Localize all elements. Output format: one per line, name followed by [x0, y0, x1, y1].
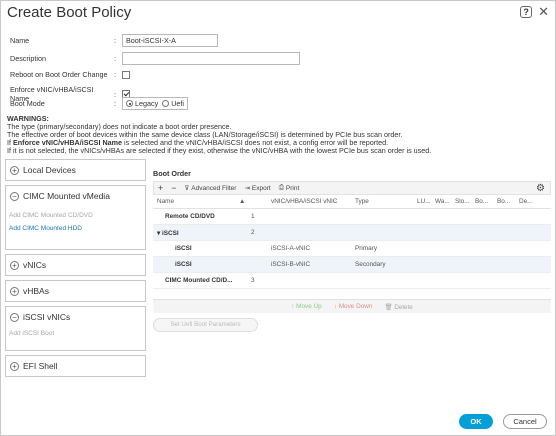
- col-lun[interactable]: LU...: [417, 198, 435, 205]
- table-row[interactable]: iSCSI iSCSI-B-vNIC Secondary: [153, 257, 551, 273]
- plus-icon: +: [10, 260, 19, 270]
- delete-button[interactable]: 🗑 Delete: [384, 303, 412, 311]
- col-boot-1[interactable]: Bo...: [475, 198, 497, 205]
- table-row[interactable]: iSCSI iSCSI-A-vNIC Primary: [153, 241, 551, 257]
- help-icon[interactable]: ?: [520, 6, 533, 18]
- radio-uefi-label: Uefi: [171, 99, 184, 108]
- col-sort[interactable]: ▲: [239, 198, 251, 205]
- boot-order-title: Boot Order: [153, 169, 191, 178]
- ok-button[interactable]: OK: [459, 414, 493, 429]
- move-up-button[interactable]: ↑ Move Up: [291, 303, 322, 310]
- device-accordion: + Local Devices − CIMC Mounted vMedia Add …: [5, 159, 146, 377]
- reboot-checkbox[interactable]: [122, 70, 130, 79]
- minus-icon: −: [10, 191, 19, 201]
- add-iscsi-boot-link[interactable]: Add iSCSI Boot: [6, 327, 145, 340]
- col-type[interactable]: Type: [355, 198, 417, 205]
- move-down-button[interactable]: ↓ Move Down: [334, 303, 373, 310]
- boot-mode-radio-group: Legacy Uefi: [122, 97, 188, 110]
- radio-legacy-dot[interactable]: [126, 100, 133, 107]
- col-description[interactable]: De...: [519, 198, 539, 205]
- title-icons: ? ✕: [520, 5, 549, 18]
- export-icon: ⇥: [244, 185, 250, 192]
- plus-icon: +: [10, 286, 19, 296]
- export-button[interactable]: ⇥ Export: [244, 184, 270, 193]
- boot-mode-label: Boot Mode: [10, 99, 45, 108]
- warnings-block: WARNINGS: The type (primary/secondary) d…: [7, 115, 552, 155]
- radio-legacy-label: Legacy: [135, 99, 159, 108]
- radio-legacy[interactable]: Legacy: [126, 99, 158, 108]
- boot-mode-row: Boot Mode : Legacy Uefi: [10, 97, 188, 110]
- boot-order-actions: ↑ Move Up ↓ Move Down 🗑 Delete: [153, 299, 551, 313]
- name-label: Name: [10, 36, 30, 45]
- col-name[interactable]: Name: [153, 198, 239, 205]
- boot-order-panel: Boot Order + − ⊽ Advanced Filter ⇥ Export …: [153, 169, 551, 332]
- col-slot[interactable]: Slo...: [455, 198, 475, 205]
- description-field[interactable]: [122, 52, 300, 65]
- section-iscsi-vnics: − iSCSI vNICs Add iSCSI Boot: [5, 306, 146, 351]
- table-row[interactable]: ▾ iSCSI 2: [153, 225, 551, 241]
- table-row[interactable]: CIMC Mounted CD/D... 3: [153, 273, 551, 289]
- section-vhbas[interactable]: + vHBAs: [5, 280, 146, 302]
- add-cimc-hdd-link[interactable]: Add CIMC Mounted HDD: [6, 222, 145, 235]
- boot-order-toolbar: + − ⊽ Advanced Filter ⇥ Export ⎙ Print ⚙: [153, 181, 551, 195]
- section-cimc-vmedia: − CIMC Mounted vMedia Add CIMC Mounted CD…: [5, 185, 146, 250]
- section-vnics[interactable]: + vNICs: [5, 254, 146, 276]
- gear-icon[interactable]: ⚙: [536, 183, 545, 194]
- trash-icon: 🗑: [384, 303, 395, 311]
- reboot-label: Reboot on Boot Order Change: [10, 70, 108, 79]
- description-row: Description :: [10, 52, 300, 65]
- close-icon[interactable]: ✕: [538, 5, 549, 18]
- set-uefi-boot-parameters-button[interactable]: Set Uefi Boot Parameters: [153, 318, 258, 332]
- dialog-title: Create Boot Policy: [7, 4, 132, 21]
- advanced-filter-button[interactable]: ⊽ Advanced Filter: [184, 184, 237, 193]
- table-row[interactable]: Remote CD/DVD 1: [153, 209, 551, 225]
- radio-uefi[interactable]: Uefi: [162, 99, 184, 108]
- filter-icon: ⊽: [184, 185, 190, 192]
- plus-icon: +: [10, 361, 19, 371]
- dialog-footer: OK Cancel: [459, 414, 547, 429]
- add-cimc-cd-dvd-link[interactable]: Add CIMC Mounted CD/DVD: [6, 209, 145, 222]
- name-row: Name : Boot-iSCSI-X-A: [10, 34, 218, 47]
- boot-order-header: Name ▲ vNIC/vHBA/iSCSI vNIC Type LU... W…: [153, 195, 551, 209]
- warning-line-4: If it is not selected, the vNICs/vHBAs a…: [7, 146, 432, 155]
- add-button[interactable]: +: [158, 183, 163, 193]
- create-boot-policy-dialog: Create Boot Policy ? ✕ Name : Boot-iSCSI…: [0, 0, 556, 436]
- col-wwn[interactable]: Wa...: [435, 198, 455, 205]
- name-field[interactable]: Boot-iSCSI-X-A: [122, 34, 218, 47]
- cancel-button[interactable]: Cancel: [503, 414, 547, 429]
- print-button[interactable]: ⎙ Print: [279, 184, 300, 192]
- minus-icon: −: [10, 312, 19, 322]
- section-local-devices[interactable]: + Local Devices: [5, 159, 146, 181]
- col-boot-2[interactable]: Bo...: [497, 198, 519, 205]
- reboot-row: Reboot on Boot Order Change :: [10, 70, 130, 79]
- section-efi-shell[interactable]: + EFI Shell: [5, 355, 146, 377]
- description-label: Description: [10, 54, 46, 63]
- plus-icon: +: [10, 165, 19, 175]
- col-vnic[interactable]: vNIC/vHBA/iSCSI vNIC: [271, 198, 355, 205]
- remove-button[interactable]: −: [171, 183, 176, 193]
- radio-uefi-dot[interactable]: [162, 100, 170, 107]
- print-icon: ⎙: [278, 184, 284, 191]
